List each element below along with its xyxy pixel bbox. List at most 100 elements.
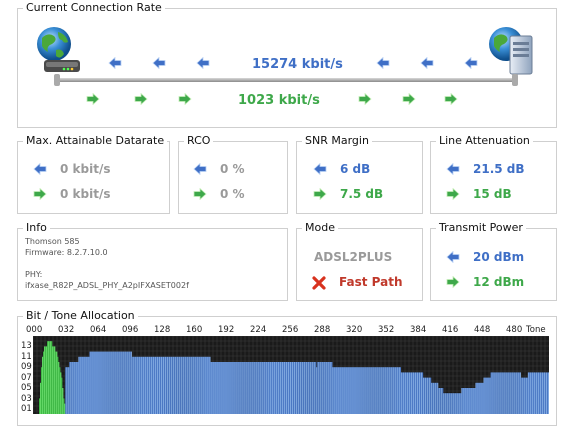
downstream-tone-bar (348, 367, 350, 414)
downstream-tone-bar (149, 356, 152, 414)
downstream-tone-bar (289, 362, 292, 414)
downstream-tone-bar (92, 351, 94, 414)
upstream-tone-bar (48, 341, 50, 414)
downstream-tone-bar (300, 362, 302, 414)
downstream-tone-bar (68, 367, 70, 414)
downstream-tone-bar (145, 356, 148, 414)
downstream-tone-bar (227, 362, 229, 414)
downstream-tone-bar (384, 367, 386, 414)
upstream-tone-bar (60, 372, 62, 414)
downstream-tone-bar (170, 356, 172, 414)
downstream-arrow-icon (108, 57, 122, 69)
downstream-tone-bar (486, 377, 488, 414)
downstream-tone-bar (93, 351, 95, 414)
downstream-tone-bar (465, 388, 467, 414)
power-down-icon (446, 251, 460, 263)
downstream-tone-bar (471, 388, 473, 414)
downstream-tone-bar (67, 367, 69, 414)
downstream-tone-bar (455, 393, 457, 414)
downstream-tone-bar (528, 372, 530, 414)
downstream-tone-bar (119, 351, 121, 414)
downstream-tone-bar (248, 362, 250, 414)
y-tick-label: 09 (21, 362, 32, 372)
downstream-tone-bar (155, 356, 158, 414)
downstream-tone-bar (226, 362, 228, 414)
downstream-tone-bar (295, 362, 297, 414)
downstream-tone-bar (350, 367, 352, 414)
downstream-tone-bar (256, 362, 258, 414)
downstream-tone-bar (352, 367, 354, 414)
downstream-tone-bar (218, 362, 220, 414)
downstream-tone-bar (501, 372, 503, 414)
downstream-tone-bar (360, 367, 362, 414)
downstream-tone-bar (504, 372, 506, 414)
downstream-tone-bar (330, 362, 332, 414)
downstream-tone-bar (317, 362, 319, 414)
downstream-tone-bar (319, 362, 321, 414)
downstream-tone-bar (72, 362, 74, 414)
downstream-tone-bar (448, 393, 450, 414)
mode-title: Mode (302, 221, 338, 235)
downstream-tone-bar (532, 372, 535, 414)
downstream-tone-bar (421, 372, 423, 414)
downstream-tone-bar (443, 393, 445, 414)
downstream-tone-bar (219, 362, 221, 414)
downstream-tone-bar (336, 367, 338, 414)
downstream-tone-bar (140, 356, 142, 414)
downstream-tone-bar (299, 362, 301, 414)
rco-down-icon (193, 163, 207, 175)
downstream-tone-bar (66, 367, 68, 414)
downstream-tone-bar (309, 362, 311, 414)
downstream-tone-bar (530, 372, 533, 414)
downstream-tone-bar (331, 362, 333, 414)
downstream-tone-bar (539, 372, 542, 414)
downstream-tone-bar (188, 356, 190, 414)
downstream-tone-bar (358, 367, 360, 414)
downstream-tone-bar (90, 351, 92, 414)
downstream-tone-bar (379, 367, 381, 414)
downstream-tone-bar (428, 377, 430, 414)
downstream-tone-bar (493, 372, 495, 414)
downstream-tone-bar (255, 362, 257, 414)
downstream-tone-bar (84, 356, 86, 414)
x-tick-label: 096 (122, 325, 139, 335)
downstream-tone-bar (328, 362, 330, 414)
downstream-tone-bar (409, 372, 412, 414)
downstream-tone-bar (368, 367, 370, 414)
downstream-tone-bar (120, 351, 122, 414)
downstream-tone-bar (69, 362, 71, 414)
x-tick-label: 320 (346, 325, 363, 335)
downstream-tone-bar (347, 367, 349, 414)
downstream-tone-bar (425, 377, 427, 414)
downstream-tone-bar (280, 362, 283, 414)
downstream-tone-bar (198, 356, 200, 414)
upstream-tone-bar (47, 341, 49, 414)
downstream-tone-bar (385, 367, 387, 414)
x-tick-label: 000 (26, 325, 43, 335)
downstream-tone-bar (231, 362, 233, 414)
downstream-tone-bar (133, 356, 135, 414)
info-title: Info (23, 221, 50, 235)
x-tick-label: 352 (378, 325, 395, 335)
downstream-tone-bar (134, 356, 136, 414)
x-tick-label: 160 (186, 325, 203, 335)
downstream-tone-bar (405, 372, 408, 414)
downstream-tone-bar (142, 356, 145, 414)
downstream-tone-bar (523, 377, 525, 414)
downstream-tone-bar (479, 382, 481, 414)
downstream-tone-bar (373, 367, 375, 414)
downstream-tone-bar (258, 362, 260, 414)
downstream-tone-bar (461, 388, 463, 414)
x-tick-label: 224 (250, 325, 267, 335)
downstream-tone-bar (197, 356, 199, 414)
downstream-tone-bar (320, 362, 322, 414)
downstream-tone-bar (460, 393, 462, 414)
downstream-tone-bar (470, 388, 472, 414)
downstream-tone-bar (257, 362, 259, 414)
device-model: Thomson 585 (25, 237, 80, 246)
downstream-tone-bar (95, 351, 97, 414)
downstream-tone-bar (499, 372, 501, 414)
rco-up-icon (193, 188, 207, 200)
downstream-tone-bar (196, 356, 198, 414)
downstream-tone-bar (427, 377, 429, 414)
